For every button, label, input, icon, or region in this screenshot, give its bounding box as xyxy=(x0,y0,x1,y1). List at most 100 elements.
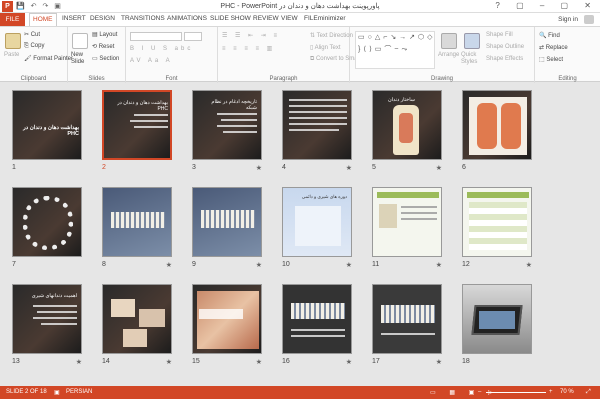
font-format-buttons[interactable]: B I U S abc xyxy=(130,46,193,52)
slide-thumbnail[interactable]: ساختار دندان 5 ★ xyxy=(372,90,442,172)
slide-title: ساختار دندان xyxy=(388,97,415,103)
slide-preview xyxy=(192,187,262,257)
slide-thumbnail[interactable]: 14 ★ xyxy=(102,284,172,366)
replace-button[interactable]: ⇄ Replace xyxy=(539,44,568,51)
quick-styles-icon[interactable] xyxy=(464,33,480,49)
paragraph-group: ☰ ☰ ⇤ ⇥ ≡ ≡ ≡ ≡ ≡ ▥ ⇅ Text Direction ▯ A… xyxy=(218,27,369,83)
slide-thumbnail[interactable]: 4 ★ xyxy=(282,90,352,172)
slide-thumbnail[interactable]: 18 xyxy=(462,284,532,365)
tab-file[interactable]: FILE xyxy=(0,13,25,26)
tab-view[interactable]: VIEW xyxy=(281,15,298,22)
tab-animations[interactable]: ANIMATIONS xyxy=(167,15,207,22)
slide-thumbnail[interactable]: بهداشت دهان و دندان در PHC 2 xyxy=(102,90,172,171)
language-indicator[interactable]: PERSIAN xyxy=(66,389,92,395)
tab-review[interactable]: REVIEW xyxy=(253,15,279,22)
tab-design[interactable]: DESIGN xyxy=(90,15,115,22)
drawing-label: Drawing xyxy=(430,76,453,82)
slide-preview xyxy=(102,284,172,354)
avatar[interactable] xyxy=(584,15,594,24)
slide-thumbnail[interactable]: 16 ★ xyxy=(282,284,352,366)
slide-thumbnail[interactable]: تاریخچه ادغام در نظام شبکه 3 ★ xyxy=(192,90,262,172)
align-buttons[interactable]: ≡ ≡ ≡ ≡ ▥ xyxy=(222,45,275,52)
animation-star-icon: ★ xyxy=(345,359,352,366)
copy-label: Copy xyxy=(30,43,45,49)
shape-outline-button[interactable]: Shape Outline xyxy=(486,44,524,50)
paste-icon[interactable] xyxy=(5,33,21,49)
align-text-label: Align Text xyxy=(314,45,341,51)
slide-preview xyxy=(462,284,532,354)
reset-button[interactable]: ⟲ Reset xyxy=(92,43,114,50)
window-controls[interactable]: ? ▢ – ▢ ✕ xyxy=(495,1,598,10)
zoom-out-icon[interactable]: – xyxy=(478,389,481,395)
slide-preview xyxy=(372,284,442,354)
copy-button[interactable]: ⎘ Copy xyxy=(24,43,44,50)
list-buttons[interactable]: ☰ ☰ ⇤ ⇥ ≡ xyxy=(222,32,280,39)
slide-number: 14 xyxy=(102,358,110,365)
tab-home[interactable]: HOME xyxy=(29,13,57,27)
slide-number: 5 xyxy=(372,164,376,171)
quick-styles-button[interactable]: Quick Styles xyxy=(461,52,483,66)
font-size-input[interactable] xyxy=(184,32,202,41)
slide-number: 3 xyxy=(192,164,196,171)
slide-thumbnail[interactable]: 8 ★ xyxy=(102,187,172,269)
slide-thumbnail[interactable]: 7 xyxy=(12,187,82,268)
slide-thumbnail[interactable]: 11 ★ xyxy=(372,187,442,269)
shapes-gallery[interactable]: ▭○△⌐↘→↗⬡◇☆◯▱{ }⟨⟩▭⌒~⤳ xyxy=(355,31,435,69)
shape-effects-button[interactable]: Shape Effects xyxy=(486,56,523,62)
spellcheck-icon[interactable]: ▣ xyxy=(54,389,60,396)
slide-number: 9 xyxy=(192,261,196,268)
slide-thumbnail[interactable]: بهداشت دهان و دندان در PHC 1 xyxy=(12,90,82,171)
tab-fileminimizer[interactable]: FILEminimizer xyxy=(304,15,346,22)
font-name-input[interactable] xyxy=(130,32,182,41)
arrange-button[interactable]: Arrange xyxy=(438,52,459,58)
editing-group: 🔍 Find ⇄ Replace ⬚ Select Editing xyxy=(535,27,600,83)
slides-group: New Slide ▤ Layout ⟲ Reset ▭ Section Sli… xyxy=(68,27,126,83)
new-slide-icon[interactable] xyxy=(72,33,88,49)
tab-transitions[interactable]: TRANSITIONS xyxy=(121,15,165,22)
slide-thumbnail[interactable]: 15 ★ xyxy=(192,284,262,366)
paste-button[interactable]: Paste xyxy=(4,52,19,58)
layout-label: Layout xyxy=(99,32,118,38)
animation-star-icon: ★ xyxy=(345,165,352,172)
section-button[interactable]: ▭ Section xyxy=(92,55,119,62)
font-color-buttons[interactable]: AV Aa A xyxy=(130,58,173,64)
zoom-in-icon[interactable]: + xyxy=(549,389,553,395)
animation-star-icon: ★ xyxy=(165,359,172,366)
slide-number: 4 xyxy=(282,164,286,171)
slide-number: 6 xyxy=(462,164,466,171)
slide-thumbnail[interactable]: 9 ★ xyxy=(192,187,262,269)
select-button[interactable]: ⬚ Select xyxy=(539,56,563,63)
new-slide-button[interactable]: New Slide xyxy=(71,52,91,66)
tab-insert[interactable]: INSERT xyxy=(62,15,86,22)
zoom-level[interactable]: 70 % xyxy=(560,389,574,395)
tab-slide-show[interactable]: SLIDE SHOW xyxy=(210,15,251,22)
format-painter-button[interactable]: 🖌 Format Painter xyxy=(24,55,73,62)
align-text-button[interactable]: ▯ Align Text xyxy=(310,44,341,51)
arrange-icon[interactable] xyxy=(441,33,457,49)
slide-thumbnail[interactable]: اهمیت دندانهای شیری 13 ★ xyxy=(12,284,82,366)
section-label: Section xyxy=(99,56,120,62)
ribbon: Paste ✂ Cut ⎘ Copy 🖌 Format Painter Clip… xyxy=(0,26,600,83)
shape-fill-button[interactable]: Shape Fill xyxy=(486,32,513,38)
animation-star-icon: ★ xyxy=(255,262,262,269)
slide-thumbnail[interactable]: 6 xyxy=(462,90,532,171)
drawing-group: ▭○△⌐↘→↗⬡◇☆◯▱{ }⟨⟩▭⌒~⤳ Arrange Quick Styl… xyxy=(350,27,535,83)
slide-preview xyxy=(12,187,82,257)
slide-thumbnail[interactable]: دوره های شیری و دائمی 10 ★ xyxy=(282,187,352,269)
sign-in-link[interactable]: Sign in xyxy=(558,16,578,23)
fit-to-window-icon[interactable]: ⤢ xyxy=(586,389,591,396)
editing-label: Editing xyxy=(558,76,577,82)
find-button[interactable]: 🔍 Find xyxy=(539,32,560,39)
text-direction-button[interactable]: ⇅ Text Direction xyxy=(310,32,353,39)
slide-thumbnail[interactable]: 17 ★ xyxy=(372,284,442,366)
layout-button[interactable]: ▤ Layout xyxy=(92,31,117,38)
slide-sorter: بهداشت دهان و دندان در PHC 1 بهداشت دهان… xyxy=(0,83,600,386)
cut-button[interactable]: ✂ Cut xyxy=(24,31,40,38)
slide-thumbnail[interactable]: 12 ★ xyxy=(462,187,532,269)
slide-number: 18 xyxy=(462,358,470,365)
status-bar: SLIDE 2 OF 18 ▣ PERSIAN ▭ ▦ ▣ ▷ – + 70 %… xyxy=(0,386,600,399)
zoom-slider[interactable] xyxy=(486,392,546,393)
slide-number: 7 xyxy=(12,261,16,268)
animation-star-icon: ★ xyxy=(345,262,352,269)
animation-star-icon: ★ xyxy=(435,262,442,269)
